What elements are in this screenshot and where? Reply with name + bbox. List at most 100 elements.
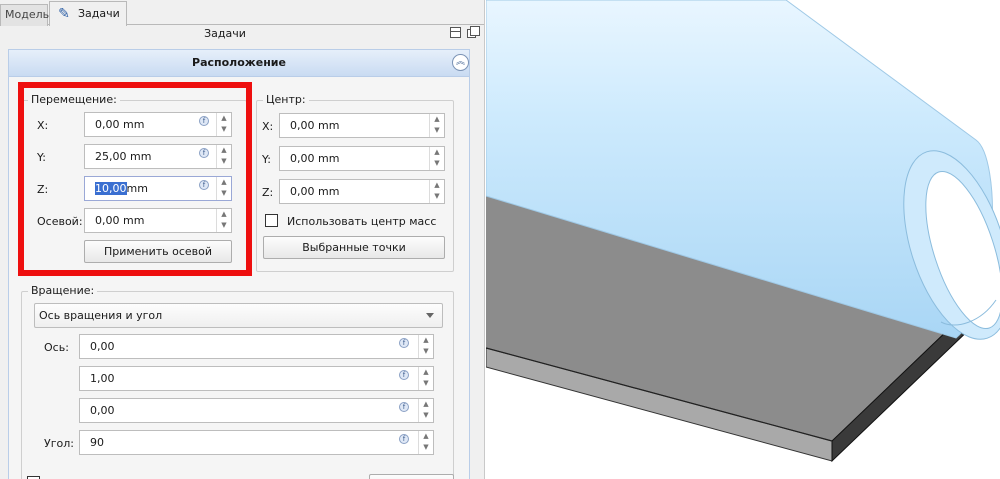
angle-field[interactable]: 90 f ▲ ▼: [79, 430, 434, 455]
axis-x-field[interactable]: 0,00 f ▲ ▼: [79, 334, 434, 359]
expression-icon[interactable]: f: [199, 116, 209, 126]
pencil-icon: ✎: [58, 6, 70, 22]
center-y-value: 0,00 mm: [290, 152, 340, 165]
spin-arrows: ▲ ▼: [429, 180, 444, 203]
spin-up-icon[interactable]: ▲: [217, 177, 231, 188]
center-z-label: Z:: [262, 186, 274, 199]
spin-up-icon[interactable]: ▲: [217, 145, 231, 156]
center-z-value: 0,00 mm: [290, 185, 340, 198]
spin-arrows: ▲ ▼: [429, 147, 444, 170]
task-panel: Модель ✎ Задачи Задачи Расположение ︽ Пе…: [0, 0, 485, 479]
translation-z-label: Z:: [37, 183, 49, 196]
tab-tasks[interactable]: ✎ Задачи: [49, 1, 127, 26]
spin-up-icon[interactable]: ▲: [419, 431, 433, 442]
bottom-button[interactable]: [369, 474, 454, 479]
translation-x-field[interactable]: 0,00 mm f ▲ ▼: [84, 112, 232, 137]
translation-y-value: 25,00 mm: [95, 150, 152, 163]
spin-down-icon[interactable]: ▼: [430, 125, 444, 136]
axis-z-field[interactable]: 0,00 f ▲ ▼: [79, 398, 434, 423]
axial-field[interactable]: 0,00 mm ▲ ▼: [84, 208, 232, 233]
angle-value: 90: [90, 436, 104, 449]
rotation-title: Вращение:: [28, 284, 98, 298]
center-y-label: Y:: [262, 153, 271, 166]
axis-label: Ось:: [44, 341, 69, 354]
spin-up-icon[interactable]: ▲: [430, 147, 444, 158]
placement-title: Расположение: [192, 56, 286, 69]
spin-arrows: ▲ ▼: [429, 114, 444, 137]
spin-arrows: ▲ ▼: [216, 145, 231, 168]
rotation-mode-value: Ось вращения и угол: [39, 309, 163, 322]
expression-icon[interactable]: f: [399, 434, 409, 444]
translation-group: Перемещение: X: 0,00 mm f ▲ ▼ Y: 25,00 mm…: [21, 93, 247, 272]
apply-axial-label: Применить осевой: [103, 245, 213, 258]
double-chevron-up-icon[interactable]: ︽: [452, 54, 469, 71]
translation-z-field[interactable]: 10,00mm f ▲ ▼: [84, 176, 232, 201]
translation-y-field[interactable]: 25,00 mm f ▲ ▼: [84, 144, 232, 169]
expression-icon[interactable]: f: [399, 402, 409, 412]
spin-up-icon[interactable]: ▲: [217, 209, 231, 220]
viewport-scene: [486, 0, 1000, 463]
angle-label: Угол:: [44, 437, 74, 450]
center-title: Центр:: [263, 93, 309, 107]
spin-down-icon[interactable]: ▼: [217, 188, 231, 199]
tab-model[interactable]: Модель: [0, 4, 50, 26]
apply-axial-button[interactable]: Применить осевой: [84, 240, 232, 263]
center-x-value: 0,00 mm: [290, 119, 340, 132]
spin-up-icon[interactable]: ▲: [419, 399, 433, 410]
dock-float-icon[interactable]: [467, 26, 480, 38]
translation-x-value: 0,00 mm: [95, 118, 145, 131]
dock-minimize-icon[interactable]: [450, 27, 461, 38]
center-x-field[interactable]: 0,00 mm ▲ ▼: [279, 113, 445, 138]
center-y-field[interactable]: 0,00 mm ▲ ▼: [279, 146, 445, 171]
spin-down-icon[interactable]: ▼: [419, 442, 433, 453]
spin-down-icon[interactable]: ▼: [217, 156, 231, 167]
axis-y-field[interactable]: 1,00 f ▲ ▼: [79, 366, 434, 391]
translation-z-value: 10,00mm: [95, 182, 148, 196]
spin-up-icon[interactable]: ▲: [419, 335, 433, 346]
placement-taskbox: Расположение ︽ Перемещение: X: 0,00 mm f…: [8, 49, 470, 479]
spin-down-icon[interactable]: ▼: [217, 220, 231, 231]
spin-down-icon[interactable]: ▼: [419, 410, 433, 421]
spin-up-icon[interactable]: ▲: [430, 114, 444, 125]
selected-points-button[interactable]: Выбранные точки: [263, 236, 445, 259]
center-of-mass-checkbox[interactable]: [265, 214, 278, 227]
spin-arrows: ▲ ▼: [216, 177, 231, 200]
translation-z-unit: mm: [126, 182, 148, 195]
expression-icon[interactable]: f: [399, 370, 409, 380]
3d-viewport[interactable]: [486, 0, 1000, 479]
spin-arrows: ▲ ▼: [418, 431, 433, 454]
spin-up-icon[interactable]: ▲: [217, 113, 231, 124]
spin-down-icon[interactable]: ▼: [430, 158, 444, 169]
tab-model-label: Модель: [5, 8, 50, 21]
spin-arrows: ▲ ▼: [418, 335, 433, 358]
spin-arrows: ▲ ▼: [216, 209, 231, 232]
spin-down-icon[interactable]: ▼: [419, 378, 433, 389]
spin-down-icon[interactable]: ▼: [217, 124, 231, 135]
spin-up-icon[interactable]: ▲: [430, 180, 444, 191]
placement-header[interactable]: Расположение: [9, 50, 469, 77]
expression-icon[interactable]: f: [399, 338, 409, 348]
axis-y-value: 1,00: [90, 372, 115, 385]
axis-x-value: 0,00: [90, 340, 115, 353]
center-x-label: X:: [262, 120, 274, 133]
translation-z-selected-text: 10,00: [95, 182, 127, 195]
spin-arrows: ▲ ▼: [216, 113, 231, 136]
selected-points-label: Выбранные точки: [302, 241, 406, 254]
expression-icon[interactable]: f: [199, 148, 209, 158]
center-group: Центр: X: 0,00 mm ▲ ▼ Y: 0,00 mm ▲ ▼ Z: 0,…: [256, 93, 454, 272]
translation-y-label: Y:: [37, 151, 46, 164]
rotation-mode-select[interactable]: Ось вращения и угол: [34, 303, 443, 328]
dock-title: Задачи: [204, 27, 246, 40]
spin-down-icon[interactable]: ▼: [430, 191, 444, 202]
axial-label: Осевой:: [37, 215, 83, 228]
translation-x-label: X:: [37, 119, 49, 132]
center-of-mass-label: Использовать центр масс: [287, 215, 437, 228]
spin-arrows: ▲ ▼: [418, 399, 433, 422]
rotation-group: Вращение: Ось вращения и угол Ось: 0,00 …: [21, 284, 454, 479]
spin-up-icon[interactable]: ▲: [419, 367, 433, 378]
tab-tasks-label: Задачи: [78, 7, 120, 20]
center-z-field[interactable]: 0,00 mm ▲ ▼: [279, 179, 445, 204]
spin-arrows: ▲ ▼: [418, 367, 433, 390]
expression-icon[interactable]: f: [199, 180, 209, 190]
spin-down-icon[interactable]: ▼: [419, 346, 433, 357]
